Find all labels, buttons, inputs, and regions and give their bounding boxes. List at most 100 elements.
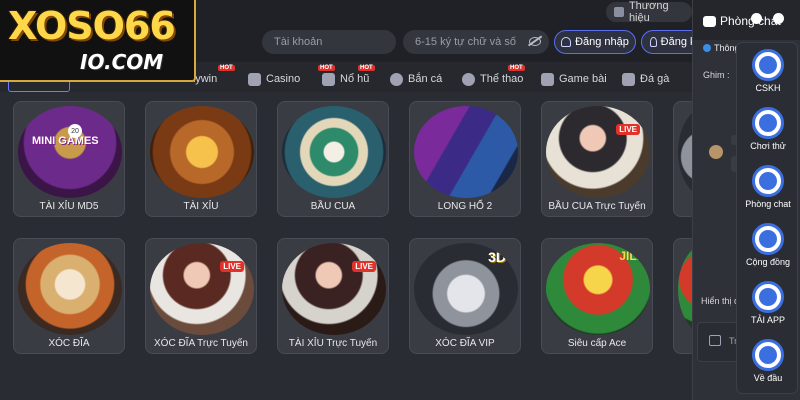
nav-item-card-games[interactable]: Game bài: [541, 70, 607, 88]
minimize-icon[interactable]: [751, 13, 762, 24]
nav-label: Nổ hũ: [340, 73, 370, 85]
password-field[interactable]: 6-15 ký tự chữ và số: [403, 30, 549, 54]
close-icon[interactable]: [773, 13, 784, 24]
casino-icon: [248, 72, 261, 86]
game-card-xocdia-vip[interactable]: 3D XÓC ĐĨA VIP: [409, 238, 521, 354]
live-badge: LIVE: [616, 124, 640, 135]
chat-title: Phòng chat: [703, 14, 781, 28]
logo-main-text: XOSO66: [8, 4, 176, 48]
rail-label: TẢI APP: [750, 315, 785, 325]
game-card-xocdia-live[interactable]: LIVE XÓC ĐĨA Trực Tuyến: [145, 238, 257, 354]
quick-action-rail: CSKH Chơi thử Phòng chat Cộng đồng TẢI A…: [736, 42, 798, 394]
game-title: TÀI XỈU Trực Tuyến: [288, 338, 378, 349]
fish-icon: [390, 72, 403, 86]
mini-games-badge: MINI GAMES: [32, 135, 99, 147]
brand-selector[interactable]: Thương hiệu: [606, 0, 692, 24]
rail-label: CSKH: [755, 83, 781, 93]
cards-icon: [541, 72, 554, 86]
game-card-taixiu-live[interactable]: LIVE TÀI XỈU Trực Tuyến: [277, 238, 389, 354]
game-title: Siêu cấp Ace: [567, 338, 627, 349]
logo-sub-text: IO.COM: [80, 50, 164, 74]
site-logo[interactable]: XOSO66 IO.COM: [0, 0, 196, 82]
telegram-icon: [752, 223, 784, 255]
rail-button-community[interactable]: Cộng đồng: [741, 221, 795, 273]
nav-label: Thể thao: [480, 73, 524, 85]
game-title: XÓC ĐĨA VIP: [435, 338, 495, 349]
game-title: LONG HỔ 2: [437, 201, 493, 212]
game-thumbnail: [414, 106, 518, 198]
game-thumbnail: [282, 106, 386, 198]
nav-label: Game bài: [559, 73, 607, 85]
live-badge: LIVE: [220, 261, 244, 272]
game-title: XÓC ĐĨA: [48, 338, 90, 349]
username-placeholder: Tài khoản: [274, 36, 323, 48]
game-title: TÀI XỈU MD5: [39, 201, 99, 212]
chat-header: Phòng chat: [693, 0, 800, 40]
rail-button-demo[interactable]: Chơi thử: [741, 105, 795, 157]
user-add-icon: [650, 37, 657, 47]
page: Thương hiệu Tài khoản 6-15 ký tự chữ và …: [0, 0, 800, 400]
rail-label: Cộng đồng: [745, 257, 791, 267]
eye-off-icon[interactable]: [529, 37, 541, 46]
rail-label: Chơi thử: [750, 141, 786, 151]
game-thumbnail: LIVE: [282, 243, 386, 335]
image-upload-icon[interactable]: [709, 335, 721, 346]
rail-button-top[interactable]: Về đầu: [741, 337, 795, 389]
rail-button-app[interactable]: TẢI APP: [741, 279, 795, 331]
3d-badge: 3D: [488, 249, 506, 265]
support-icon: [752, 49, 784, 81]
game-thumbnail: JILI: [546, 243, 650, 335]
nav-label: Casino: [266, 73, 301, 85]
username-field[interactable]: Tài khoản: [262, 30, 396, 54]
live-badge: LIVE: [352, 261, 376, 272]
chat-icon: [752, 165, 784, 197]
avatar: [709, 145, 723, 159]
telegram-icon: [703, 44, 711, 52]
chat-bubble-icon: [703, 15, 716, 27]
slots-icon: [322, 72, 335, 86]
cockfight-icon: [622, 72, 635, 86]
round-badge: 20: [68, 124, 82, 138]
jili-badge: JILI: [619, 249, 640, 263]
game-thumbnail: [18, 243, 122, 335]
rail-label: Phòng chat: [745, 199, 791, 209]
brand-label: Thương hiệu: [628, 0, 669, 24]
sports-icon: [462, 72, 475, 86]
game-title: BẦU CUA Trực Tuyến: [548, 201, 646, 212]
nav-label: Bắn cá: [408, 73, 443, 85]
game-card-taixiu[interactable]: TÀI XỈU: [145, 101, 257, 217]
game-title: TÀI XỈU: [183, 201, 219, 212]
game-thumbnail: LIVE: [546, 106, 650, 198]
game-thumbnail: 3D: [414, 243, 518, 335]
login-label: Đăng nhập: [575, 36, 629, 48]
pin-label: Ghim :: [703, 70, 730, 80]
nav-label: Đá gà: [640, 73, 670, 85]
game-title: BẦU CUA: [310, 201, 356, 212]
nav-item-casino[interactable]: Casino HOT: [248, 65, 335, 88]
nav-item-fishing[interactable]: Bắn cá: [390, 70, 442, 88]
rail-button-chat[interactable]: Phòng chat: [741, 163, 795, 215]
game-card-baucua[interactable]: BẦU CUA: [277, 101, 389, 217]
user-icon: [561, 37, 572, 47]
game-card-baucua-live[interactable]: LIVE BẦU CUA Trực Tuyến: [541, 101, 653, 217]
hot-badge: HOT: [508, 65, 525, 71]
game-title: XÓC ĐĨA Trực Tuyến: [154, 338, 248, 349]
game-card-xocdia[interactable]: XÓC ĐĨA: [13, 238, 125, 354]
brand-icon: [614, 7, 624, 17]
hot-badge: HOT: [358, 65, 375, 71]
game-card-super-ace[interactable]: JILI Siêu cấp Ace: [541, 238, 653, 354]
game-thumbnail: MINI GAMES 20: [18, 106, 122, 198]
nav-item-cockfight[interactable]: Đá gà: [622, 70, 669, 88]
demo-play-icon: [752, 107, 784, 139]
rail-button-support[interactable]: CSKH: [741, 47, 795, 99]
rail-label: Về đầu: [753, 373, 783, 383]
hot-badge: HOT: [218, 65, 235, 71]
login-button[interactable]: Đăng nhập: [554, 30, 636, 54]
password-placeholder: 6-15 ký tự chữ và số: [415, 36, 516, 48]
back-to-top-icon: [752, 339, 784, 371]
game-thumbnail: [150, 106, 254, 198]
game-card-longho2[interactable]: LONG HỔ 2: [409, 101, 521, 217]
game-card-taixiu-md5[interactable]: MINI GAMES 20 TÀI XỈU MD5: [13, 101, 125, 217]
nav-item-sports[interactable]: Thể thao HOT: [462, 65, 525, 88]
nav-item-slots[interactable]: Nổ hũ HOT: [322, 65, 375, 88]
